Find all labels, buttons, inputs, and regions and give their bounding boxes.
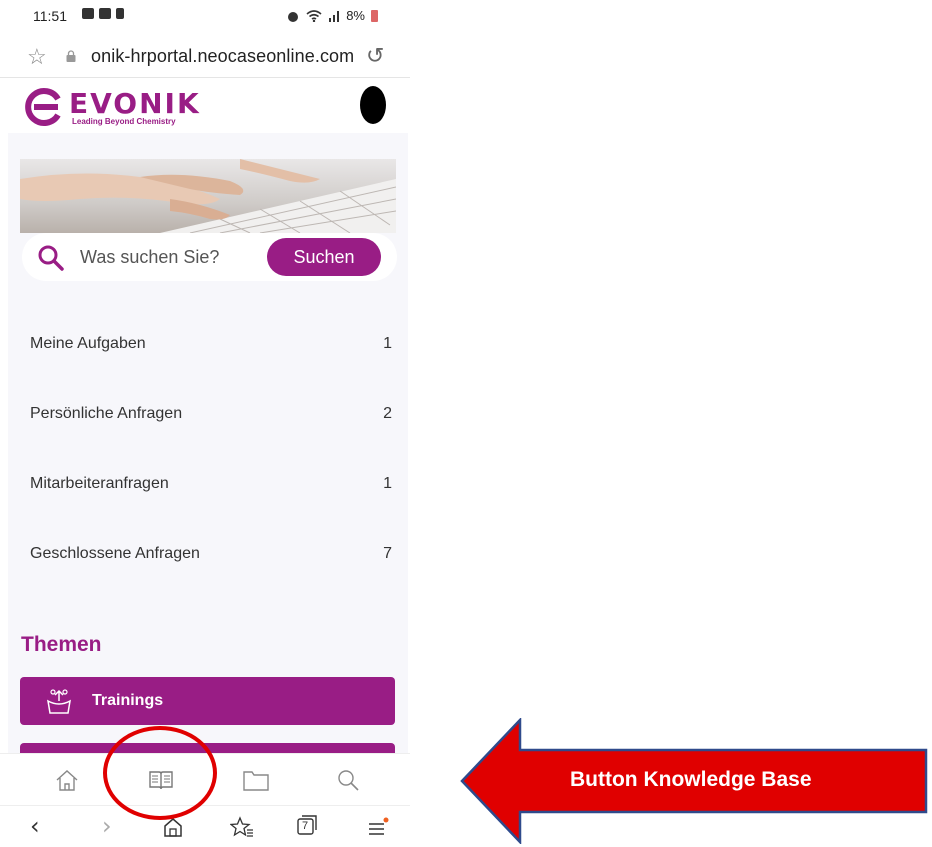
request-count: 7 bbox=[383, 545, 392, 562]
battery-icon bbox=[371, 9, 378, 22]
menu-icon[interactable] bbox=[366, 816, 390, 838]
system-icons: 8% bbox=[286, 8, 378, 23]
search-button[interactable]: Suchen bbox=[267, 238, 381, 276]
topic-label: Trainings bbox=[92, 692, 164, 709]
topic-trainings-button[interactable]: Trainings bbox=[20, 677, 395, 725]
request-label: Meine Aufgaben bbox=[30, 335, 146, 352]
request-label: Geschlossene Anfragen bbox=[30, 545, 200, 562]
back-icon[interactable]: ‹ bbox=[30, 812, 40, 840]
main-content: Suchen Meine Aufgaben 1 Persönliche Anfr… bbox=[8, 133, 408, 753]
address-bar[interactable]: ☆ onik-hrportal.neocaseonline.com ↺ bbox=[0, 36, 410, 78]
gallery-notification-icon bbox=[82, 8, 94, 19]
request-count: 2 bbox=[383, 405, 392, 422]
tab-count: 7 bbox=[302, 820, 309, 832]
brand-name: EVONIK bbox=[69, 87, 201, 120]
home-icon[interactable] bbox=[54, 768, 80, 792]
brand-tagline: Leading Beyond Chemistry bbox=[72, 117, 176, 126]
alarm-icon bbox=[288, 11, 299, 22]
request-row-employee[interactable]: Mitarbeiteranfragen 1 bbox=[30, 471, 392, 501]
highlight-circle bbox=[103, 726, 217, 820]
bookmark-star-icon[interactable]: ☆ bbox=[27, 44, 47, 70]
tabs-icon[interactable]: 7 bbox=[296, 814, 318, 836]
evonik-logo-mark-icon bbox=[25, 88, 61, 126]
bookmarks-icon[interactable] bbox=[230, 816, 254, 838]
evonik-logo[interactable]: EVONIK Leading Beyond Chemistry bbox=[24, 85, 224, 129]
wifi-icon bbox=[306, 9, 322, 22]
hero-image-keyboard bbox=[20, 159, 396, 233]
topics-heading: Themen bbox=[21, 633, 102, 656]
status-time: 11:51 bbox=[33, 8, 67, 24]
battery-percent: 8% bbox=[346, 8, 365, 23]
request-count: 1 bbox=[383, 335, 392, 352]
screenshot-stage: 11:51 8% ☆ onik-hrportal.neocaseonline.c… bbox=[0, 0, 932, 847]
reload-icon[interactable]: ↺ bbox=[366, 43, 384, 69]
signal-icon bbox=[329, 10, 340, 22]
hero-keyboard-illustration bbox=[20, 159, 396, 233]
request-count: 1 bbox=[383, 475, 392, 492]
forward-icon[interactable]: › bbox=[102, 812, 112, 840]
lock-icon bbox=[66, 50, 76, 62]
request-row-personal[interactable]: Persönliche Anfragen 2 bbox=[30, 401, 392, 431]
training-icon bbox=[47, 689, 71, 714]
url-text[interactable]: onik-hrportal.neocaseonline.com bbox=[91, 46, 354, 67]
annotation-label: Button Knowledge Base bbox=[570, 768, 812, 791]
phone-screen: 11:51 8% ☆ onik-hrportal.neocaseonline.c… bbox=[0, 0, 410, 847]
search-bar: Suchen bbox=[22, 233, 397, 281]
user-avatar[interactable] bbox=[358, 85, 388, 125]
status-bar: 11:51 8% bbox=[0, 0, 410, 36]
folder-icon[interactable] bbox=[242, 768, 270, 792]
mail-notification-icon bbox=[99, 8, 111, 19]
search-icon[interactable] bbox=[336, 768, 360, 792]
request-row-closed[interactable]: Geschlossene Anfragen 7 bbox=[30, 541, 392, 571]
notification-icons bbox=[82, 8, 124, 19]
request-label: Mitarbeiteranfragen bbox=[30, 475, 169, 492]
app-notification-icon bbox=[116, 8, 124, 19]
request-row-my-tasks[interactable]: Meine Aufgaben 1 bbox=[30, 331, 392, 361]
browser-nav-bar: ‹ › 7 bbox=[0, 805, 410, 847]
search-icon bbox=[38, 245, 64, 271]
app-header: EVONIK Leading Beyond Chemistry bbox=[0, 79, 410, 133]
search-input[interactable] bbox=[80, 243, 270, 271]
request-label: Persönliche Anfragen bbox=[30, 405, 183, 422]
